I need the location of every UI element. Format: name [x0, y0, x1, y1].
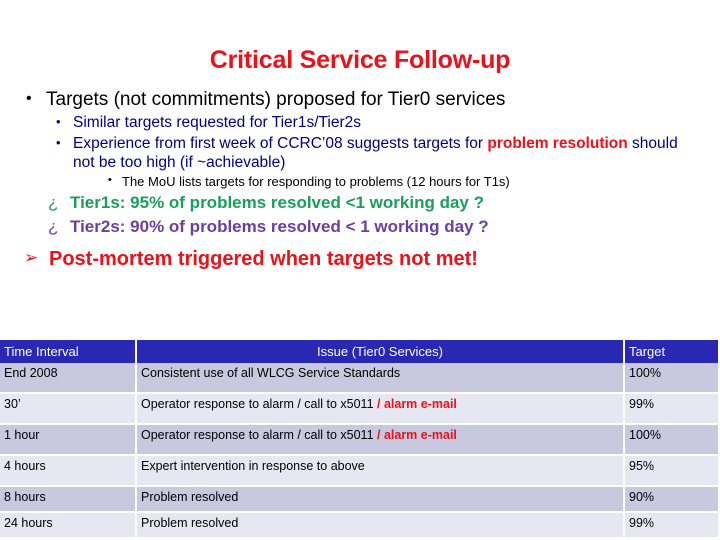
cell-issue-text: Consistent use of all WLCG Service Stand… [141, 366, 401, 380]
bullet-highlight-problem-resolution: problem resolution [487, 135, 628, 152]
slide-container: Critical Service Follow-up • Targets (no… [0, 0, 720, 539]
cell-issue-text: Problem resolved [141, 516, 239, 530]
question-line-tier2s: ¿ Tier2s: 90% of problems resolved < 1 w… [0, 217, 720, 237]
arrow-bullet-icon: ➢ [24, 247, 39, 267]
table-row: End 2008 Consistent use of all WLCG Serv… [0, 363, 718, 394]
cell-issue: Problem resolved [136, 486, 625, 513]
cell-time-interval: 4 hours [0, 455, 137, 487]
sla-table-wrapper: Time Interval Issue (Tier0 Services) Tar… [0, 340, 718, 539]
bullet-level1-targets: • Targets (not commitments) proposed for… [0, 89, 720, 111]
bullet-dot-icon: • [26, 90, 32, 107]
conclusion-text: Post-mortem triggered when targets not m… [49, 247, 478, 270]
cell-issue-text: Problem resolved [141, 490, 239, 504]
cell-issue: Problem resolved [136, 512, 625, 539]
table-header-row: Time Interval Issue (Tier0 Services) Tar… [0, 340, 718, 363]
bullet-level2-experience: • Experience from first week of CCRC’08 … [0, 135, 720, 172]
cell-target: 99% [624, 393, 718, 425]
bullet-text-part1: Experience from first week of CCRC’08 su… [73, 135, 488, 152]
inverted-question-mark-icon: ¿ [48, 217, 59, 237]
cell-issue-text: Operator response to alarm / call to x50… [141, 397, 377, 411]
bullet-dot-icon: • [56, 135, 61, 150]
conclusion-post-mortem: ➢ Post-mortem triggered when targets not… [0, 247, 720, 271]
bullet-dot-icon: • [56, 114, 61, 130]
column-header-target: Target [624, 340, 718, 363]
cell-target: 90% [624, 486, 718, 513]
cell-target: 100% [624, 424, 718, 456]
cell-issue: Operator response to alarm / call to x50… [136, 424, 625, 456]
cell-issue-highlight: / alarm e-mail [377, 397, 457, 411]
cell-issue: Expert intervention in response to above [136, 455, 625, 487]
cell-time-interval: 24 hours [0, 512, 137, 539]
table-row: 30’ Operator response to alarm / call to… [0, 393, 718, 425]
table-row: 8 hours Problem resolved 90% [0, 486, 718, 513]
question-line-tier2s-text: Tier2s: 90% of problems resolved < 1 wor… [70, 217, 489, 237]
cell-target: 100% [624, 363, 718, 394]
question-line-tier1s: ¿ Tier1s: 95% of problems resolved <1 wo… [0, 193, 720, 213]
bullet-dot-icon: • [108, 174, 112, 187]
cell-time-interval: End 2008 [0, 363, 137, 394]
cell-target: 95% [624, 455, 718, 487]
cell-issue-highlight: / alarm e-mail [377, 428, 457, 442]
bullet-level3-text: The MoU lists targets for responding to … [122, 174, 510, 190]
cell-issue-text: Expert intervention in response to above [141, 459, 365, 473]
cell-time-interval: 1 hour [0, 424, 137, 456]
cell-issue-text: Operator response to alarm / call to x50… [141, 428, 377, 442]
cell-issue: Operator response to alarm / call to x50… [136, 393, 625, 425]
bullet-level1-text: Targets (not commitments) proposed for T… [46, 89, 506, 110]
bullet-list: • Targets (not commitments) proposed for… [0, 89, 720, 271]
bullet-level3-mou: • The MoU lists targets for responding t… [0, 174, 720, 190]
cell-time-interval: 30’ [0, 393, 137, 425]
table-row: 1 hour Operator response to alarm / call… [0, 424, 718, 456]
column-header-issue: Issue (Tier0 Services) [136, 340, 625, 363]
table-row: 4 hours Expert intervention in response … [0, 455, 718, 487]
cell-issue: Consistent use of all WLCG Service Stand… [136, 363, 625, 394]
bullet-level2-text-group: Experience from first week of CCRC’08 su… [73, 135, 702, 172]
bullet-level2-similar-targets: • Similar targets requested for Tier1s/T… [0, 114, 720, 133]
cell-target: 99% [624, 512, 718, 539]
table-row: 24 hours Problem resolved 99% [0, 512, 718, 539]
inverted-question-mark-icon: ¿ [48, 192, 59, 212]
bullet-level2-text: Similar targets requested for Tier1s/Tie… [73, 114, 362, 132]
column-header-time-interval: Time Interval [0, 340, 137, 363]
cell-time-interval: 8 hours [0, 486, 137, 513]
slide-title: Critical Service Follow-up [209, 46, 511, 74]
sla-table: Time Interval Issue (Tier0 Services) Tar… [0, 340, 718, 539]
question-line-tier1s-text: Tier1s: 95% of problems resolved <1 work… [70, 192, 484, 212]
